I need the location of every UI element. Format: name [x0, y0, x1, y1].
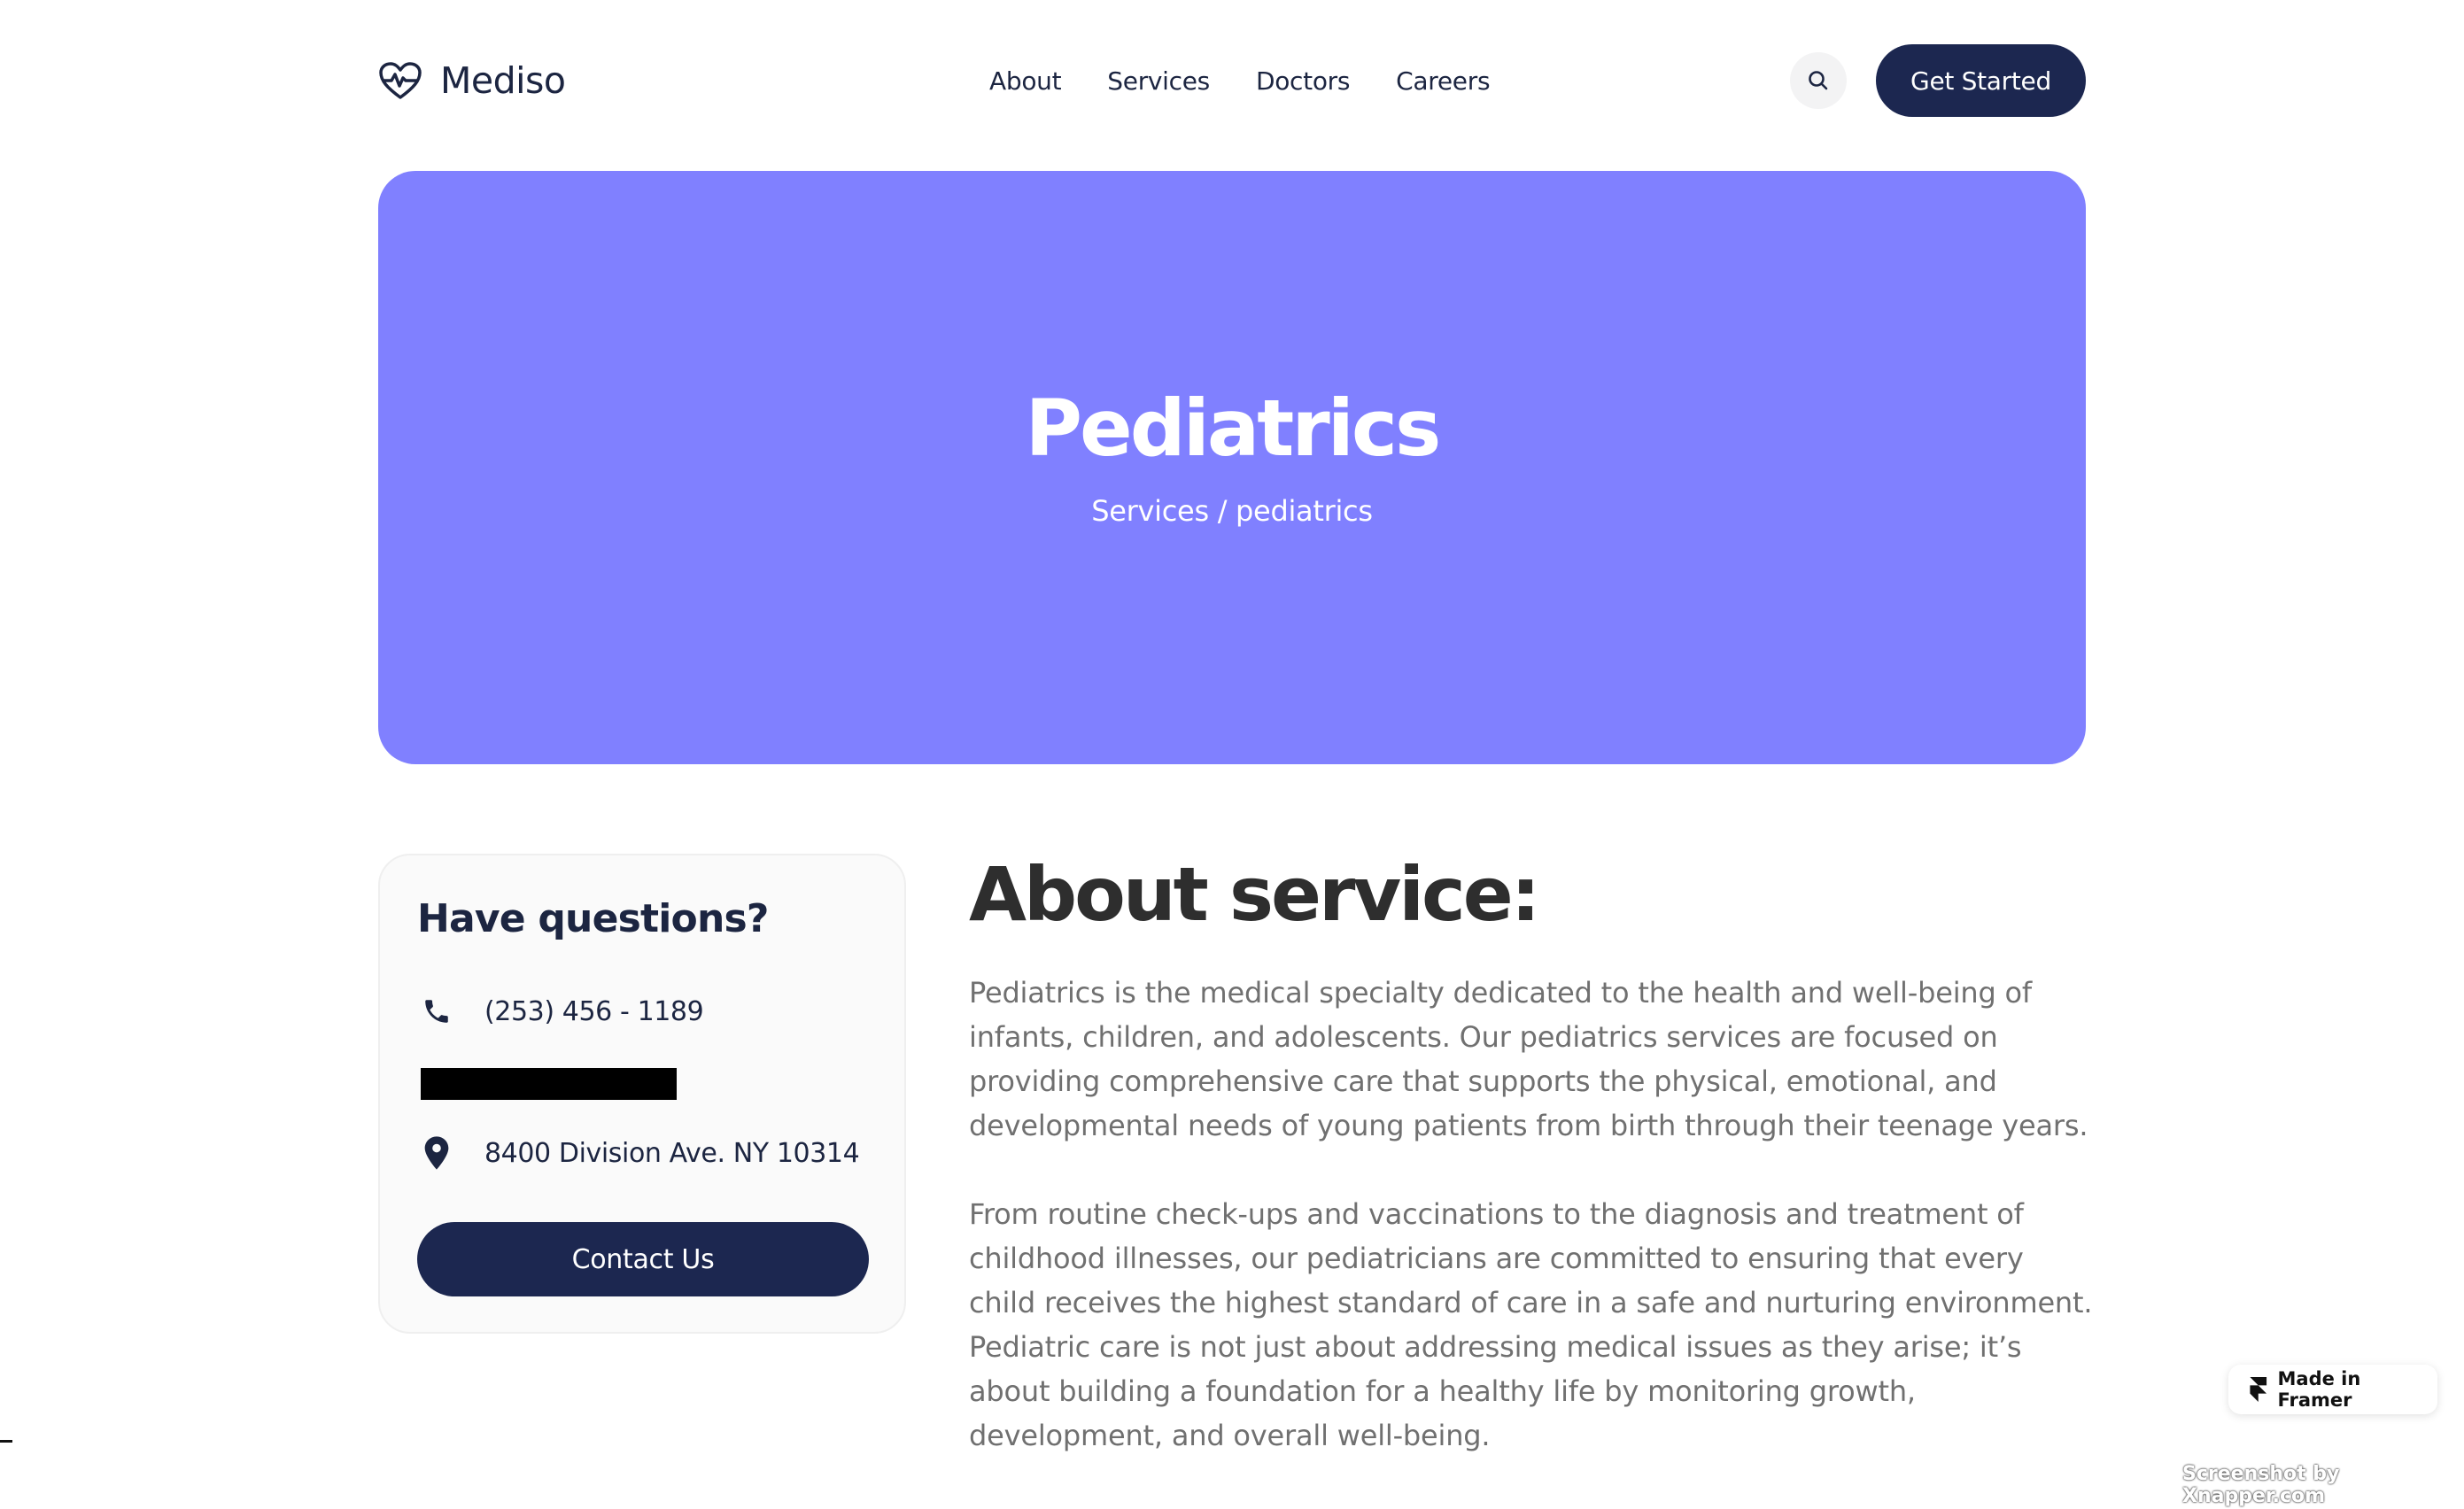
redacted-email: [421, 1068, 677, 1100]
edge-artifact: [0, 1440, 12, 1443]
address-row: 8400 Division Ave. NY 10314: [421, 1135, 860, 1171]
breadcrumb: Services / pediatrics: [1091, 494, 1373, 528]
brand-logo[interactable]: Mediso: [378, 59, 566, 102]
heart-pulse-icon: [379, 62, 422, 99]
phone-icon: [421, 994, 453, 1029]
contact-us-button[interactable]: Contact Us: [417, 1222, 869, 1296]
made-in-framer-badge[interactable]: Made in Framer: [2228, 1365, 2437, 1414]
site-header: Mediso About Services Doctors Careers Ge…: [378, 44, 2086, 117]
main-nav: About Services Doctors Careers: [989, 44, 1491, 117]
about-paragraph-2: From routine check-ups and vaccinations …: [969, 1197, 2093, 1453]
about-title: About service:: [969, 851, 1540, 938]
get-started-button[interactable]: Get Started: [1876, 44, 2086, 117]
nav-doctors[interactable]: Doctors: [1256, 66, 1351, 96]
nav-services[interactable]: Services: [1107, 66, 1210, 96]
search-button[interactable]: [1790, 52, 1847, 109]
address-text: 8400 Division Ave. NY 10314: [484, 1137, 860, 1169]
hero-banner: Pediatrics Services / pediatrics: [378, 171, 2086, 764]
nav-careers[interactable]: Careers: [1396, 66, 1490, 96]
about-paragraph-1: Pediatrics is the medical specialty dedi…: [969, 976, 2088, 1143]
framer-badge-label: Made in Framer: [2277, 1368, 2361, 1411]
phone-row[interactable]: (253) 456 - 1189: [421, 994, 704, 1029]
phone-number: (253) 456 - 1189: [484, 995, 704, 1027]
nav-about[interactable]: About: [989, 66, 1062, 96]
screenshot-watermark: Screenshot by Xnapper.com: [2182, 1463, 2340, 1507]
brand-name: Mediso: [440, 59, 566, 102]
page: Mediso About Services Doctors Careers Ge…: [0, 0, 2464, 1509]
page-title: Pediatrics: [1025, 383, 1442, 474]
about-service-section: About service: Pediatrics is the medical…: [969, 855, 2094, 1458]
location-pin-icon: [421, 1135, 453, 1171]
framer-icon: [2250, 1377, 2267, 1402]
contact-card-title: Have questions?: [417, 896, 769, 941]
search-icon: [1809, 71, 1828, 90]
contact-card: Have questions? (253) 456 - 1189 8400 Di…: [378, 854, 906, 1334]
